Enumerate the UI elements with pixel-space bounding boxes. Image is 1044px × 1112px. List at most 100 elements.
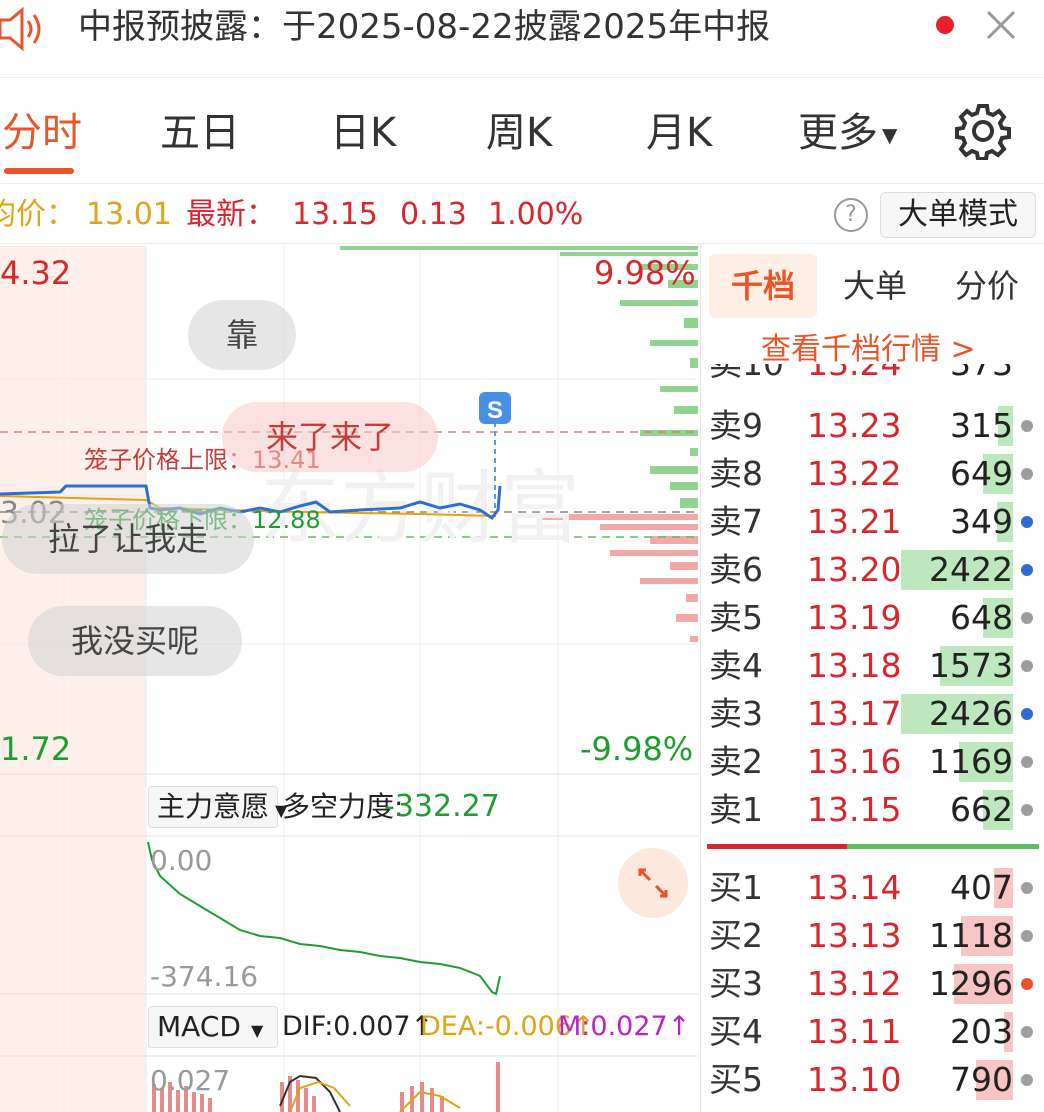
book-divider-green bbox=[847, 844, 1039, 849]
order-price: 13.12 bbox=[807, 964, 902, 1003]
danmaku-bubble[interactable]: 靠 bbox=[188, 300, 296, 370]
help-icon[interactable]: ? bbox=[834, 198, 868, 232]
active-tab-indicator bbox=[4, 168, 74, 174]
order-row[interactable]: 卖3 13.17 2426 bbox=[701, 690, 1044, 738]
tab-weekly-k[interactable]: 周K bbox=[486, 106, 552, 160]
tab-intraday[interactable]: 分时 bbox=[2, 106, 82, 160]
order-volume: 649 bbox=[950, 454, 1013, 493]
tab-daily-k[interactable]: 日K bbox=[330, 106, 396, 160]
macd-selector-label: MACD bbox=[157, 1010, 241, 1043]
order-label: 买2 bbox=[709, 916, 763, 955]
order-status-dot bbox=[1021, 564, 1033, 576]
danmaku-bubble[interactable]: 我没买呢 bbox=[28, 606, 242, 676]
tab-more[interactable]: 更多 ▼ bbox=[798, 106, 897, 162]
order-label: 卖4 bbox=[709, 646, 763, 685]
tab-price-distribution[interactable]: 分价 bbox=[933, 254, 1041, 318]
order-price: 13.21 bbox=[807, 502, 902, 541]
close-icon[interactable] bbox=[980, 4, 1022, 46]
tab-monthly-k[interactable]: 月K bbox=[646, 106, 712, 160]
tab-big-order[interactable]: 大单 bbox=[821, 254, 929, 318]
notice-text[interactable]: 中报预披露：于2025-08-22披露2025年中报 bbox=[78, 4, 770, 50]
order-price: 13.17 bbox=[807, 694, 902, 733]
price-change-pct: 1.00% bbox=[488, 197, 584, 232]
indicator-selector[interactable]: 主力意愿 ▼ bbox=[148, 786, 287, 828]
order-label: 卖6 bbox=[709, 550, 763, 589]
order-price: 13.23 bbox=[807, 406, 902, 445]
intraday-chart[interactable]: 东方财富 S 4.32 9.98% 1.72 -9.98% 3.02 bbox=[0, 246, 698, 1112]
order-row[interactable]: 买2 13.13 1118 bbox=[701, 912, 1044, 960]
order-status-dot bbox=[1021, 978, 1033, 990]
macd-dif-text: DIF:0.007 bbox=[282, 1011, 411, 1042]
pct-axis-low: -9.98% bbox=[580, 730, 694, 768]
order-status-dot bbox=[1021, 804, 1033, 816]
order-price: 13.16 bbox=[807, 742, 902, 781]
latest-price-value: 13.15 bbox=[292, 197, 378, 232]
tab-depth[interactable]: 千档 bbox=[709, 254, 817, 318]
order-price: 13.22 bbox=[807, 454, 902, 493]
order-row[interactable]: 卖4 13.18 1573 bbox=[701, 642, 1044, 690]
order-volume: 203 bbox=[950, 1012, 1013, 1051]
order-volume: 315 bbox=[950, 406, 1013, 445]
order-price: 13.14 bbox=[807, 868, 902, 907]
order-status-dot bbox=[1021, 1074, 1033, 1086]
tab-more-label: 更多 bbox=[798, 110, 878, 156]
order-volume: 1118 bbox=[929, 916, 1013, 955]
order-price: 13.10 bbox=[807, 1060, 902, 1099]
order-volume: 1573 bbox=[929, 646, 1013, 685]
order-row[interactable]: 卖5 13.19 648 bbox=[701, 594, 1044, 642]
order-row[interactable]: 卖7 13.21 349 bbox=[701, 498, 1044, 546]
order-volume: 373 bbox=[950, 364, 1013, 388]
speaker-icon bbox=[0, 6, 41, 52]
order-label: 卖10 bbox=[709, 364, 784, 388]
big-order-mode-button[interactable]: 大单模式 bbox=[880, 192, 1036, 238]
macd-selector[interactable]: MACD ▼ bbox=[148, 1006, 278, 1048]
order-row[interactable]: 卖6 13.20 2422 bbox=[701, 546, 1044, 594]
avg-price-value: 13.01 bbox=[86, 197, 172, 232]
danmaku-bubble[interactable]: 来了来了 bbox=[222, 402, 438, 472]
order-row[interactable]: 买4 13.11 203 bbox=[701, 1008, 1044, 1056]
order-price: 13.18 bbox=[807, 646, 902, 685]
gear-icon[interactable] bbox=[954, 102, 1012, 160]
unread-dot bbox=[936, 16, 954, 34]
expand-icon-wrap[interactable] bbox=[618, 848, 688, 918]
order-row[interactable]: 买1 13.14 407 bbox=[701, 864, 1044, 912]
order-volume: 2426 bbox=[929, 694, 1013, 733]
danmaku-bubble[interactable]: 拉了让我走 bbox=[2, 504, 254, 574]
order-row[interactable]: 买3 13.12 1296 bbox=[701, 960, 1044, 1008]
notice-bar[interactable]: 中报预披露：于2025-08-22披露2025年中报 bbox=[0, 0, 1044, 78]
order-status-dot bbox=[1021, 930, 1033, 942]
order-volume: 790 bbox=[950, 1060, 1013, 1099]
pct-axis-high: 9.98% bbox=[594, 254, 696, 292]
order-price: 13.24 bbox=[807, 364, 901, 388]
order-label: 卖5 bbox=[709, 598, 763, 637]
arrow-up-icon: ↑ bbox=[667, 1011, 691, 1042]
macd-top-value: 0.027 bbox=[150, 1064, 231, 1097]
order-status-dot bbox=[1021, 420, 1033, 432]
order-status-dot bbox=[1021, 468, 1033, 480]
order-label: 卖9 bbox=[709, 406, 763, 445]
order-row[interactable]: 卖9 13.23 315 bbox=[701, 402, 1044, 450]
order-price: 13.15 bbox=[807, 790, 902, 829]
order-volume: 2422 bbox=[929, 550, 1013, 589]
order-row[interactable]: 卖2 13.16 1169 bbox=[701, 738, 1044, 786]
order-row-partial: 卖10 13.24 373 bbox=[701, 364, 1044, 390]
macd-m-text: M:0.027 bbox=[558, 1011, 668, 1042]
tab-five-day[interactable]: 五日 bbox=[160, 106, 240, 160]
order-volume: 349 bbox=[950, 502, 1013, 541]
order-price: 13.13 bbox=[807, 916, 902, 955]
macd-dea-text: DEA:-0.006 bbox=[420, 1011, 572, 1042]
order-row[interactable]: 卖8 13.22 649 bbox=[701, 450, 1044, 498]
order-status-dot bbox=[1021, 516, 1033, 528]
indicator-value: -332.27 bbox=[384, 789, 500, 824]
book-divider-red bbox=[707, 844, 847, 849]
macd-m: M:0.027↑ bbox=[558, 1006, 690, 1048]
order-row[interactable]: 卖1 13.15 662 bbox=[701, 786, 1044, 834]
y-axis-high: 4.32 bbox=[0, 254, 72, 292]
order-price: 13.11 bbox=[807, 1012, 902, 1051]
order-volume: 1169 bbox=[929, 742, 1013, 781]
order-row[interactable]: 买5 13.10 790 bbox=[701, 1056, 1044, 1104]
order-volume: 662 bbox=[950, 790, 1013, 829]
sell-marker-text: S bbox=[487, 397, 503, 424]
order-book: 千档 大单 分价 查看千档行情 > 卖10 13.24 373 卖913.233… bbox=[700, 246, 1044, 1112]
order-price: 13.20 bbox=[807, 550, 902, 589]
